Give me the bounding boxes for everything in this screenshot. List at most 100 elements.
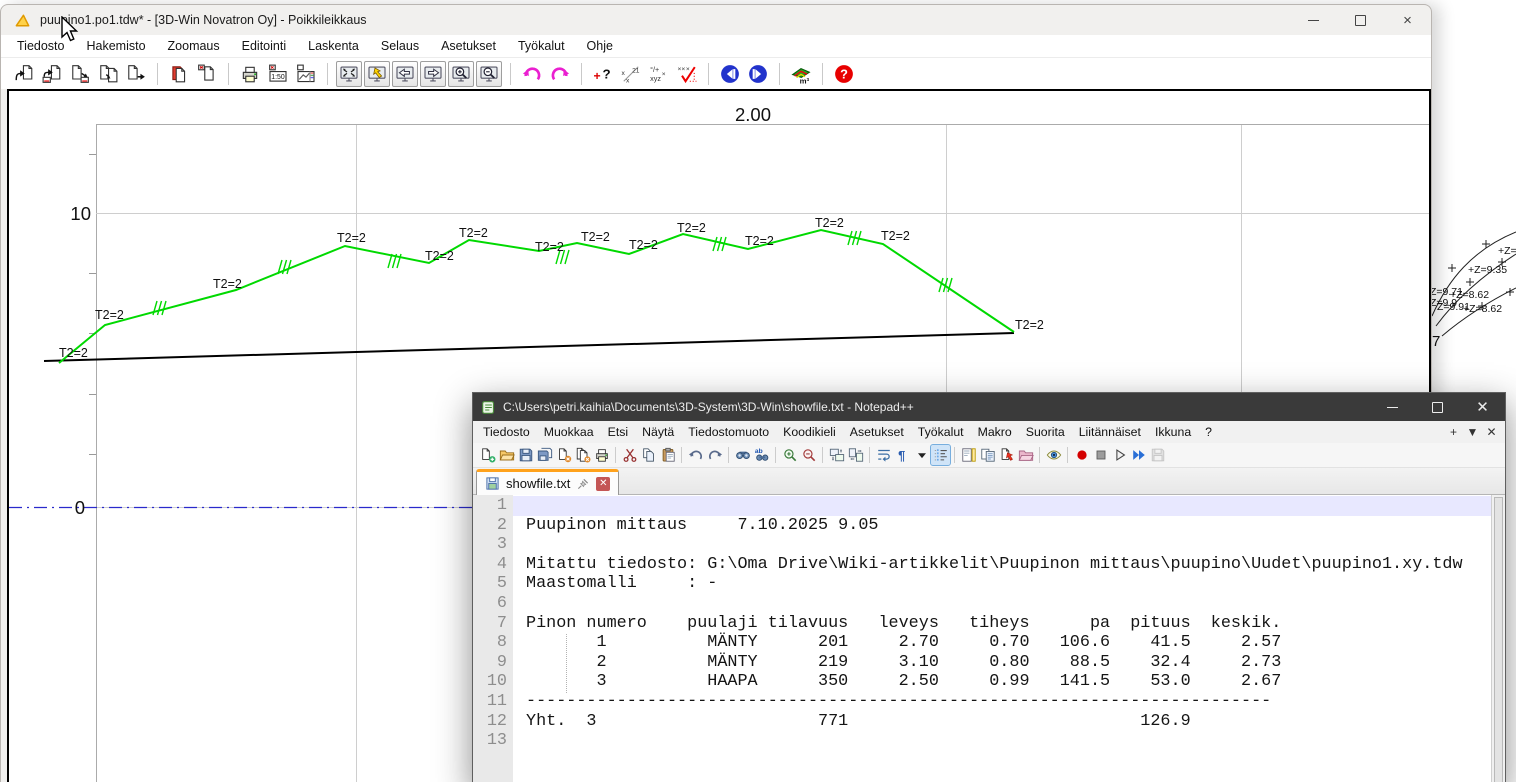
folder-workspace-button[interactable]: [1016, 445, 1035, 465]
maximize-button[interactable]: [1415, 393, 1460, 421]
notepad-menubar-extras: +▼✕: [1444, 425, 1505, 439]
minimize-button[interactable]: [1370, 393, 1415, 421]
file-open-read-button[interactable]: [11, 61, 37, 87]
vertical-scrollbar[interactable]: [1491, 495, 1505, 782]
help-button[interactable]: ?: [831, 61, 857, 87]
point-query-button[interactable]: +?: [590, 61, 616, 87]
slope-hatch-icon: [158, 301, 162, 315]
coordinates-xyz-button[interactable]: °/+xyz×: [646, 61, 672, 87]
point-code-label: T2=2: [59, 346, 88, 360]
npp-menu-liit-nn-iset[interactable]: Liitännäiset: [1072, 425, 1148, 439]
indent-guide-button[interactable]: [931, 445, 950, 465]
text-area[interactable]: Puupinon mittaus 7.10.2025 9.05 Mitattu …: [513, 495, 1491, 782]
npp-menu-item[interactable]: ?: [1198, 425, 1219, 439]
w3-menu-zoomaus[interactable]: Zoomaus: [157, 39, 231, 53]
close-button[interactable]: ✕: [1460, 393, 1505, 421]
tab-close-icon[interactable]: ✕: [596, 477, 610, 491]
doc-list-button[interactable]: [978, 445, 997, 465]
macro-record-button[interactable]: [1072, 445, 1091, 465]
npp-menu-suorita[interactable]: Suorita: [1019, 425, 1072, 439]
print-area-button[interactable]: [293, 61, 319, 87]
scrollbar-thumb[interactable]: [1494, 497, 1503, 782]
npp-menu-ty-kalut[interactable]: Työkalut: [911, 425, 971, 439]
new-tab-button[interactable]: +: [1444, 425, 1463, 439]
doc-map-button[interactable]: [959, 445, 978, 465]
element-copy-button[interactable]: [166, 61, 192, 87]
zoom-out-button[interactable]: [476, 61, 502, 87]
w3-menu-hakemisto[interactable]: Hakemisto: [75, 39, 156, 53]
point-numbering-button[interactable]: x21x: [618, 61, 644, 87]
tab-list-dropdown-icon[interactable]: ▼: [1463, 425, 1482, 439]
paste-button[interactable]: [658, 445, 677, 465]
print-doc-button[interactable]: [592, 445, 611, 465]
tab-showfile[interactable]: showfile.txt ✕: [476, 469, 619, 495]
w3-menu-selaus[interactable]: Selaus: [370, 39, 430, 53]
volume-m3-button[interactable]: m³: [788, 61, 814, 87]
zoom-in-button[interactable]: [448, 61, 474, 87]
macro-stop-button[interactable]: [1091, 445, 1110, 465]
w3-menu-editointi[interactable]: Editointi: [231, 39, 297, 53]
redo-button[interactable]: [547, 61, 573, 87]
print-scale-button[interactable]: 1:50: [265, 61, 291, 87]
file-export-button[interactable]: [123, 61, 149, 87]
macro-play-button[interactable]: [1110, 445, 1129, 465]
npp-menu-ikkuna[interactable]: Ikkuna: [1148, 425, 1198, 439]
macro-run-multiple-button[interactable]: [1129, 445, 1148, 465]
sync-horizontal-button[interactable]: [846, 445, 865, 465]
monitoring-button[interactable]: [1044, 445, 1063, 465]
macro-save-button[interactable]: [1148, 445, 1167, 465]
zoom-extents-button[interactable]: [336, 61, 362, 87]
npp-menu-makro[interactable]: Makro: [971, 425, 1019, 439]
editor-text[interactable]: Puupinon mittaus 7.10.2025 9.05 Mitattu …: [513, 495, 1491, 731]
save-all-button[interactable]: [535, 445, 554, 465]
npp-menu-tiedostomuoto[interactable]: Tiedostomuoto: [681, 425, 776, 439]
w3-menu-laskenta[interactable]: Laskenta: [297, 39, 370, 53]
word-wrap-button[interactable]: [874, 445, 893, 465]
npp-menu-etsi[interactable]: Etsi: [601, 425, 636, 439]
npp-menu-n-yt[interactable]: Näytä: [635, 425, 681, 439]
w3-menu-ty-kalut[interactable]: Työkalut: [507, 39, 576, 53]
undo-button[interactable]: [519, 61, 545, 87]
toolbar-separator: [681, 447, 682, 463]
point-check-button[interactable]: ×××: [674, 61, 700, 87]
pin-icon[interactable]: [576, 477, 590, 491]
close-tab-icon[interactable]: ✕: [1482, 425, 1501, 439]
w3-menu-asetukset[interactable]: Asetukset: [430, 39, 507, 53]
npp-menu-muokkaa[interactable]: Muokkaa: [537, 425, 601, 439]
w3-menu-ohje[interactable]: Ohje: [576, 39, 624, 53]
zoom-pen-button[interactable]: [364, 61, 390, 87]
replace-button[interactable]: ab: [752, 445, 771, 465]
cut-button[interactable]: [620, 445, 639, 465]
dropdown-button[interactable]: [912, 445, 931, 465]
file-save-button[interactable]: [67, 61, 93, 87]
function-list-button[interactable]: [997, 445, 1016, 465]
maximize-button[interactable]: [1337, 5, 1384, 35]
file-save-as-button[interactable]: [95, 61, 121, 87]
sync-vertical-button[interactable]: [827, 445, 846, 465]
copy-button[interactable]: [639, 445, 658, 465]
section-previous-button[interactable]: [717, 61, 743, 87]
redo-npp-button[interactable]: [705, 445, 724, 465]
npp-menu-asetukset[interactable]: Asetukset: [843, 425, 911, 439]
close-all-button[interactable]: [573, 445, 592, 465]
pan-right-button[interactable]: [420, 61, 446, 87]
close-button[interactable]: ×: [1384, 5, 1431, 35]
minimize-button[interactable]: [1290, 5, 1337, 35]
close-file-icon: [556, 447, 572, 463]
find-button[interactable]: [733, 445, 752, 465]
new-file-button[interactable]: [478, 445, 497, 465]
open-file-button[interactable]: [497, 445, 516, 465]
section-next-button[interactable]: [745, 61, 771, 87]
zoom-out-doc-button[interactable]: [799, 445, 818, 465]
print-button[interactable]: [237, 61, 263, 87]
npp-menu-koodikieli[interactable]: Koodikieli: [776, 425, 843, 439]
save-file-button[interactable]: [516, 445, 535, 465]
element-delete-button[interactable]: [194, 61, 220, 87]
undo-npp-button[interactable]: [686, 445, 705, 465]
file-open-write-button[interactable]: [39, 61, 65, 87]
pan-left-button[interactable]: [392, 61, 418, 87]
close-file-button[interactable]: [554, 445, 573, 465]
zoom-in-doc-button[interactable]: [780, 445, 799, 465]
show-all-characters-button[interactable]: ¶: [893, 445, 912, 465]
npp-menu-tiedosto[interactable]: Tiedosto: [476, 425, 537, 439]
